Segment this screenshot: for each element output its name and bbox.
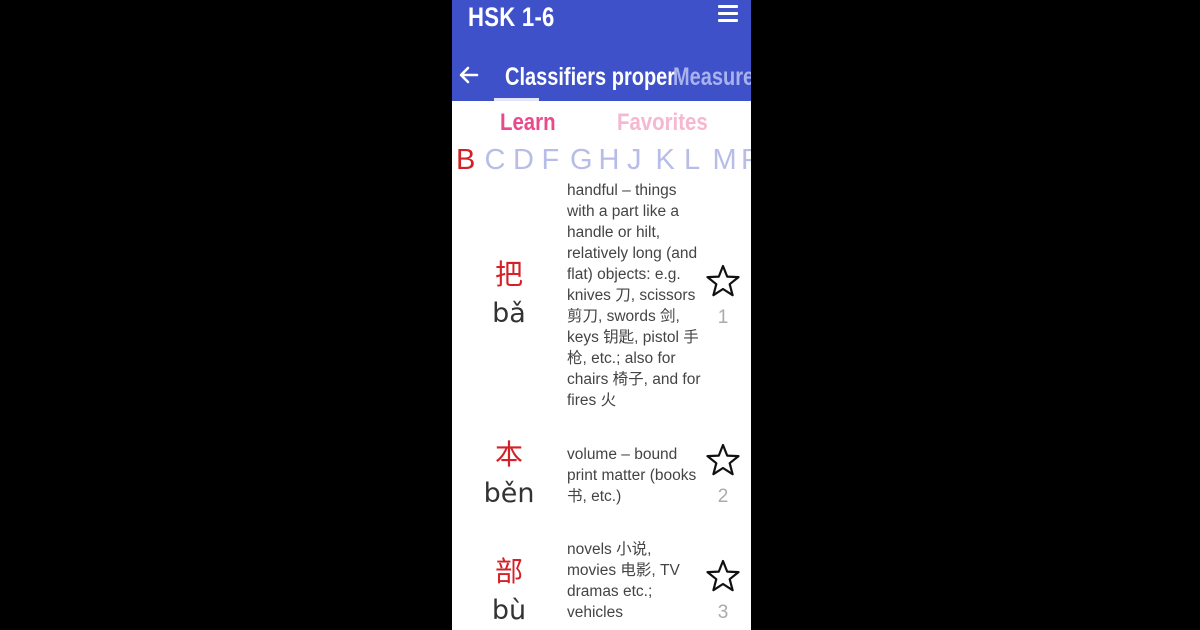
entry-number: 1 xyxy=(717,307,729,328)
tab-classifiers-proper[interactable]: Classifiers proper xyxy=(505,60,675,94)
alphabet-letter-j[interactable]: J xyxy=(627,142,656,178)
entry-hanzi: 部 xyxy=(494,555,523,588)
alphabet-index: BCDFGHJKLMP xyxy=(456,142,751,178)
phone-screen: HSK 1-6 Classifiers proper Measure v Lea… xyxy=(452,0,751,630)
tab-indicator xyxy=(494,98,539,101)
arrow-left-icon[interactable] xyxy=(455,60,483,90)
app-bar: HSK 1-6 Classifiers proper Measure v xyxy=(452,0,751,101)
entry-pinyin: bù xyxy=(491,595,527,626)
alphabet-letter-d[interactable]: D xyxy=(513,142,542,178)
alphabet-letter-c[interactable]: C xyxy=(485,142,514,178)
entry-number: 2 xyxy=(717,486,729,507)
entry-number: 3 xyxy=(717,602,729,623)
entry-hanzi: 把 xyxy=(494,258,523,291)
entry-pinyin: běn xyxy=(483,478,535,509)
alphabet-letter-l[interactable]: L xyxy=(684,142,713,178)
alphabet-letter-g[interactable]: G xyxy=(570,142,599,178)
alphabet-letter-m[interactable]: M xyxy=(713,142,742,178)
alphabet-letter-f[interactable]: F xyxy=(542,142,571,178)
menu-icon[interactable] xyxy=(718,5,738,23)
entry-definition: handful – things with a part like a hand… xyxy=(567,182,701,409)
entry-hanzi: 本 xyxy=(494,438,523,471)
entry-pinyin: bǎ xyxy=(492,298,526,329)
star-outline-icon[interactable] xyxy=(706,443,740,477)
star-outline-icon[interactable] xyxy=(706,559,740,593)
alphabet-letter-p[interactable]: P xyxy=(741,142,751,178)
entry-definition: novels 小说, movies 电影, TV dramas etc.; ve… xyxy=(567,541,680,621)
alphabet-letter-k[interactable]: K xyxy=(656,142,685,178)
alphabet-letter-h[interactable]: H xyxy=(599,142,628,178)
subtab-learn[interactable]: Learn xyxy=(500,108,556,138)
alphabet-letter-b[interactable]: B xyxy=(456,142,485,178)
entry-definition: volume – bound print matter (books 书, et… xyxy=(567,446,697,505)
subtab-favorites[interactable]: Favorites xyxy=(617,108,708,138)
tab-measure[interactable]: Measure v xyxy=(673,60,751,94)
star-outline-icon[interactable] xyxy=(706,264,740,298)
app-title: HSK 1-6 xyxy=(468,2,555,32)
